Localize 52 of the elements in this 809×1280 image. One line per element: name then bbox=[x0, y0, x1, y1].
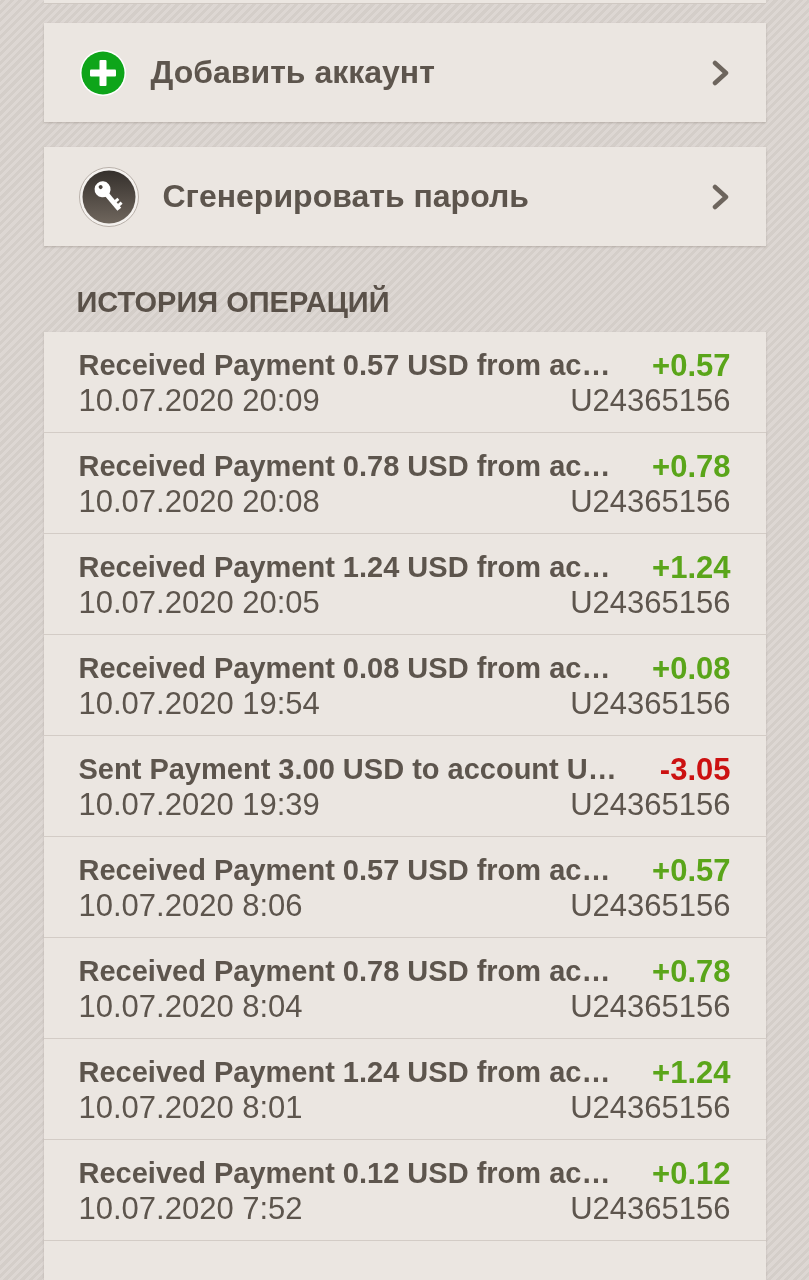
transaction-date: 10.07.2020 8:01 bbox=[78, 1089, 303, 1126]
transaction-row[interactable]: Received Payment 0.57 USD from ac… +0.57 10.07.2020 20:09 U24365156 bbox=[43, 332, 766, 433]
transaction-row[interactable]: Received Payment 0.12 USD from ac… +0.12 10.07.2020 7:52 U24365156 bbox=[43, 1140, 766, 1241]
account-number: U24365156 bbox=[570, 483, 731, 520]
transaction-amount: -3.05 bbox=[659, 751, 731, 788]
transaction-amount: +1.24 bbox=[652, 549, 731, 586]
chevron-right-icon bbox=[710, 59, 731, 86]
transaction-row[interactable]: Received Payment 0.78 USD from ac… +0.78 10.07.2020 20:08 U24365156 bbox=[43, 433, 766, 534]
transaction-date: 10.07.2020 19:54 bbox=[78, 685, 320, 722]
transaction-row[interactable]: Received Payment 0.78 USD from ac… +0.78 10.07.2020 8:04 U24365156 bbox=[43, 938, 766, 1039]
transaction-date: 10.07.2020 20:08 bbox=[78, 483, 320, 520]
transaction-amount: +0.12 bbox=[652, 1155, 731, 1192]
account-number: U24365156 bbox=[570, 584, 731, 621]
account-number: U24365156 bbox=[570, 1190, 731, 1227]
account-number: U24365156 bbox=[570, 887, 731, 924]
transaction-date: 10.07.2020 8:06 bbox=[78, 887, 303, 924]
transaction-amount: +0.78 bbox=[652, 953, 731, 990]
transaction-amount: +0.08 bbox=[652, 650, 731, 687]
generate-password-item[interactable]: Сгенерировать пароль bbox=[43, 147, 766, 246]
transaction-row[interactable]: Received Payment 0.08 USD from ac… +0.08 10.07.2020 19:54 U24365156 bbox=[43, 635, 766, 736]
account-number: U24365156 bbox=[570, 382, 731, 419]
transaction-description: Received Payment 1.24 USD from ac… bbox=[78, 551, 611, 584]
transaction-description: Sent Payment 3.00 USD to account U… bbox=[78, 753, 617, 786]
transaction-row[interactable]: Received Payment 0.57 USD from ac… +0.57 10.07.2020 8:06 U24365156 bbox=[43, 837, 766, 938]
transaction-row[interactable]: Received Payment 1.24 USD from ac… +1.24 10.07.2020 20:05 U24365156 bbox=[43, 534, 766, 635]
transaction-description: Received Payment 0.57 USD from ac… bbox=[78, 854, 611, 887]
transaction-date: 10.07.2020 8:04 bbox=[78, 988, 303, 1025]
account-number: U24365156 bbox=[570, 988, 731, 1025]
transaction-description: Received Payment 0.78 USD from ac… bbox=[78, 955, 611, 988]
transaction-amount: +0.57 bbox=[652, 347, 731, 384]
transaction-description: Received Payment 0.12 USD from ac… bbox=[78, 1157, 611, 1190]
transaction-date: 10.07.2020 20:05 bbox=[78, 584, 320, 621]
add-account-item[interactable]: Добавить аккаунт bbox=[43, 23, 766, 122]
transaction-amount: +1.24 bbox=[652, 1054, 731, 1091]
transaction-description: Received Payment 0.57 USD from ac… bbox=[78, 349, 611, 382]
transaction-description: Received Payment 1.24 USD from ac… bbox=[78, 1056, 611, 1089]
transaction-date: 10.07.2020 7:52 bbox=[78, 1190, 303, 1227]
transaction-date: 10.07.2020 20:09 bbox=[78, 382, 320, 419]
key-icon bbox=[78, 166, 139, 227]
plus-circle-icon bbox=[78, 48, 127, 97]
transaction-row[interactable]: Received Payment 1.24 USD from ac… +1.24 10.07.2020 8:01 U24365156 bbox=[43, 1039, 766, 1140]
transaction-description: Received Payment 0.08 USD from ac… bbox=[78, 652, 611, 685]
chevron-right-icon bbox=[710, 183, 731, 210]
transaction-amount: +0.57 bbox=[652, 852, 731, 889]
transaction-row[interactable]: Sent Payment 3.00 USD to account U… -3.05 10.07.2020 19:39 U24365156 bbox=[43, 736, 766, 837]
transaction-date: 10.07.2020 19:39 bbox=[78, 786, 320, 823]
account-number: U24365156 bbox=[570, 1089, 731, 1126]
account-number: U24365156 bbox=[570, 685, 731, 722]
transaction-description: Received Payment 0.78 USD from ac… bbox=[78, 450, 611, 483]
section-title: ИСТОРИЯ ОПЕРАЦИЙ bbox=[76, 286, 391, 318]
account-number: U24365156 bbox=[570, 786, 731, 823]
transaction-amount: +0.78 bbox=[652, 448, 731, 485]
